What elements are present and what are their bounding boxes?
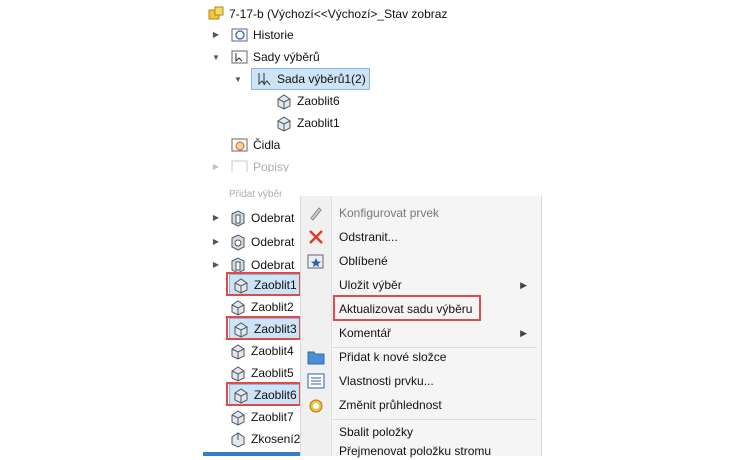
- fillet-icon: [275, 92, 293, 110]
- menu-item-odstranit[interactable]: Odstranit...: [301, 225, 541, 249]
- menu-item-label: Uložit výběr: [339, 278, 402, 292]
- tree-item-label: Odebrat: [251, 258, 295, 272]
- tree-item-zaoblit7[interactable]: Zaoblit7: [229, 406, 294, 428]
- selection-sets-folder-icon: [231, 48, 249, 66]
- tree-item-label: Zaoblit2: [251, 300, 294, 314]
- menu-item-label: Sbalit položky: [339, 425, 414, 439]
- tree-item-label: Zaoblit4: [251, 344, 294, 358]
- cut-revolve-icon: [229, 233, 247, 251]
- highlight-zaoblit1: [226, 272, 301, 296]
- context-menu: Konfigurovat prvek Odstranit... Oblíbené…: [300, 196, 542, 458]
- highlight-aktualizovat: [333, 295, 481, 321]
- tree-item-zaoblit5[interactable]: Zaoblit5: [229, 362, 294, 384]
- tree-item-cidla[interactable]: Čidla: [231, 134, 280, 156]
- menu-item-konfigurovat[interactable]: Konfigurovat prvek: [301, 201, 541, 225]
- tree-item-pridat-vyber[interactable]: Přidat výběr: [211, 186, 282, 202]
- sensor-icon: [231, 136, 249, 154]
- menu-item-zmenit-pruhlednost[interactable]: Změnit průhlednost: [301, 393, 541, 417]
- chamfer-icon: [229, 430, 247, 448]
- menu-item-komentar[interactable]: Komentář ▶: [301, 321, 541, 345]
- selected-node[interactable]: Sada výběrů1(2): [251, 68, 370, 90]
- collapse-arrow-icon[interactable]: ▼: [233, 75, 243, 85]
- folder-icon: [211, 187, 225, 201]
- tree-item-sady-vyberu[interactable]: Sady výběrů: [231, 46, 320, 68]
- tree-item-label: Zkosení2: [251, 432, 301, 446]
- tree-item-zkoseni2[interactable]: Zkosení2: [229, 428, 300, 450]
- tree-item-zaoblit2[interactable]: Zaoblit2: [229, 296, 294, 318]
- part-icon: [207, 5, 225, 23]
- tree-item-label: Zaoblit6: [297, 94, 340, 108]
- feature-tree-top: 7-17-b (Výchozí<<Výchozí>_Stav zobraz ▶ …: [203, 0, 448, 172]
- tree-item-zaoblit1-top[interactable]: Zaoblit1: [275, 112, 340, 134]
- menu-item-label: Vlastnosti prvku...: [339, 374, 434, 388]
- submenu-arrow-icon: ▶: [520, 327, 527, 338]
- menu-item-label: Odstranit...: [339, 230, 398, 244]
- expand-arrow-icon[interactable]: ▶: [211, 30, 221, 40]
- fillet-icon: [229, 408, 247, 426]
- tree-item-zaoblit6-top[interactable]: Zaoblit6: [275, 90, 340, 112]
- tree-item-sada-vyberu1[interactable]: Sada výběrů1(2): [251, 68, 370, 90]
- expand-arrow-icon[interactable]: ▶: [211, 213, 221, 223]
- tree-item-label: Přidat výběr: [229, 188, 283, 200]
- selection-set-icon: [255, 70, 273, 88]
- tree-item-odebrat-1[interactable]: Odebrat: [229, 207, 294, 229]
- menu-item-label: Změnit průhlednost: [339, 398, 442, 412]
- expand-arrow-icon[interactable]: ▶: [211, 237, 221, 247]
- tree-item-label: Zaoblit7: [251, 410, 294, 424]
- tree-bottom-bar: [203, 452, 303, 456]
- menu-item-vlastnosti[interactable]: Vlastnosti prvku...: [301, 369, 541, 393]
- tree-item-label: Čidla: [253, 138, 281, 152]
- tree-item-label: Popisy: [253, 160, 290, 172]
- menu-item-label: Konfigurovat prvek: [339, 206, 440, 220]
- tree-item-label: Zaoblit1: [297, 116, 340, 130]
- menu-item-sbalit[interactable]: Sbalit položky: [301, 420, 541, 444]
- transparency-icon: [307, 396, 325, 414]
- tree-root[interactable]: 7-17-b (Výchozí<<Výchozí>_Stav zobraz: [207, 3, 447, 25]
- expand-arrow-icon[interactable]: ▶: [211, 260, 221, 270]
- fillet-icon: [275, 114, 293, 132]
- favorites-icon: [307, 252, 325, 270]
- tree-item-label: Zaoblit5: [251, 366, 294, 380]
- pencil-icon: [307, 204, 325, 222]
- tree-item-popisy[interactable]: Popisy: [231, 156, 289, 172]
- collapse-arrow-icon[interactable]: ▼: [211, 53, 221, 63]
- fillet-icon: [229, 298, 247, 316]
- tree-item-label: Historie: [253, 28, 294, 42]
- submenu-arrow-icon: ▶: [520, 279, 527, 290]
- delete-x-icon: [307, 228, 325, 246]
- tree-item-label: Sada výběrů1(2): [277, 72, 366, 86]
- menu-item-prejmenovat[interactable]: Přejmenovat položku stromu: [301, 442, 541, 460]
- highlight-zaoblit3: [226, 316, 301, 340]
- tree-item-historie[interactable]: Historie: [231, 24, 294, 46]
- tree-root-label: 7-17-b (Výchozí<<Výchozí>_Stav zobraz: [229, 7, 448, 21]
- tree-item-zaoblit4[interactable]: Zaoblit4: [229, 340, 294, 362]
- history-folder-icon: [231, 26, 249, 44]
- menu-item-pridat-slozce[interactable]: Přidat k nové složce: [301, 345, 541, 369]
- cut-extrude-icon: [229, 209, 247, 227]
- tree-item-label: Sady výběrů: [253, 50, 320, 64]
- menu-item-label: Oblíbené: [339, 254, 388, 268]
- highlight-zaoblit6: [226, 382, 301, 406]
- tree-item-odebrat-2[interactable]: Odebrat: [229, 231, 294, 253]
- tree-item-label: Odebrat: [251, 235, 295, 249]
- tree-item-label: Odebrat: [251, 211, 295, 225]
- fillet-icon: [229, 364, 247, 382]
- menu-item-label: Komentář: [339, 326, 392, 340]
- menu-item-label: Přidat k nové složce: [339, 350, 447, 364]
- menu-item-ulozit-vyber[interactable]: Uložit výběr ▶: [301, 273, 541, 297]
- fillet-icon: [229, 342, 247, 360]
- annotations-folder-icon: [231, 158, 249, 172]
- menu-item-oblibene[interactable]: Oblíbené: [301, 249, 541, 273]
- properties-icon: [307, 372, 325, 390]
- folder-icon: [307, 348, 325, 366]
- expand-arrow-icon[interactable]: ▶: [211, 162, 221, 172]
